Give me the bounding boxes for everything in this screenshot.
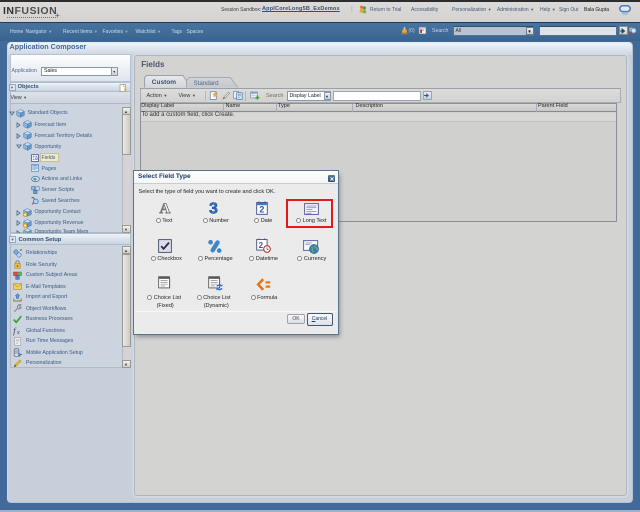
svg-text:2: 2 (258, 240, 263, 249)
svg-text:A: A (159, 201, 170, 217)
svg-text:x: x (16, 330, 20, 336)
svg-text:2: 2 (259, 205, 264, 215)
svg-text:3: 3 (209, 200, 218, 217)
